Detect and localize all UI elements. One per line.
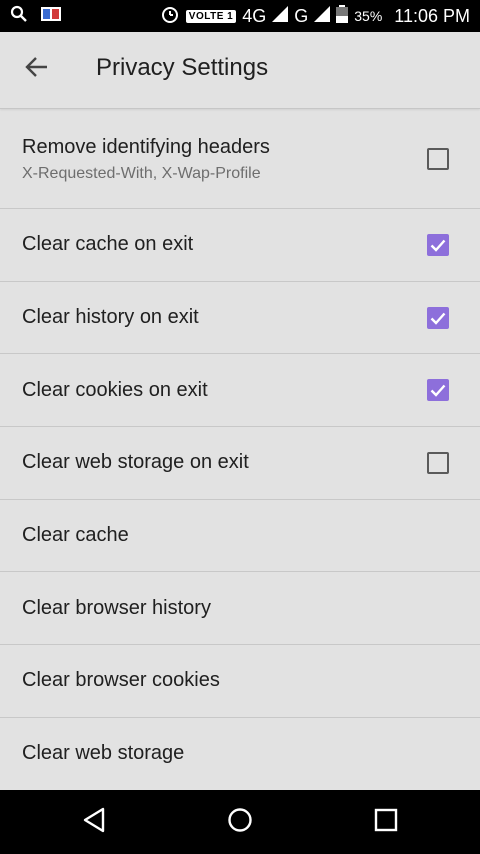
signal-icon [272,5,289,27]
checkmark-icon [430,312,446,325]
back-button[interactable] [14,46,60,92]
nav-back-button[interactable] [76,804,112,840]
app-bar: Privacy Settings [0,32,480,109]
checkbox[interactable] [427,306,449,329]
checkbox[interactable] [427,233,449,256]
nav-home-button[interactable] [222,804,258,840]
setting-label: Clear cookies on exit [22,378,208,401]
search-icon [10,5,28,28]
back-arrow-icon [24,54,50,85]
book-icon [40,5,62,28]
setting-remove-identifying-headers[interactable]: Remove identifying headers X-Requested-W… [0,110,480,209]
triangle-back-icon [82,807,106,838]
setting-summary: X-Requested-With, X-Wap-Profile [22,164,261,182]
setting-label: Clear browser history [22,596,211,619]
setting-label: Clear web storage on exit [22,451,249,474]
status-right: VOLTE 1 4G G 35% 11:06 PM [160,4,470,29]
checkbox[interactable] [427,379,449,402]
setting-label: Clear cache on exit [22,233,194,256]
signal-icon-2 [314,5,331,27]
setting-clear-web-storage[interactable]: Clear web storage [0,718,480,791]
setting-clear-cookies-on-exit[interactable]: Clear cookies on exit [0,354,480,428]
checkmark-icon [430,384,446,397]
page-title: Privacy Settings [96,54,269,81]
network-4g: 4G [242,5,267,26]
clock: 11:06 PM [394,5,470,26]
setting-label: Clear history on exit [22,306,199,329]
setting-clear-web-storage-on-exit[interactable]: Clear web storage on exit [0,427,480,500]
setting-label: Remove identifying headers [22,135,270,158]
status-left [10,5,62,28]
settings-list: Remove identifying headers X-Requested-W… [0,110,480,791]
checkbox[interactable] [427,148,449,170]
setting-clear-cache[interactable]: Clear cache [0,500,480,573]
checkbox[interactable] [427,451,449,474]
circle-home-icon [227,807,253,838]
setting-label: Clear browser cookies [22,669,220,692]
status-bar: VOLTE 1 4G G 35% 11:06 PM [0,0,480,32]
setting-clear-browser-history[interactable]: Clear browser history [0,572,480,646]
battery-icon [336,4,349,28]
setting-label: Clear cache [22,524,129,547]
setting-clear-browser-cookies[interactable]: Clear browser cookies [0,645,480,718]
setting-clear-history-on-exit[interactable]: Clear history on exit [0,282,480,355]
square-recents-icon [374,808,398,837]
alarm-icon [160,4,180,29]
navigation-bar [0,790,480,854]
nav-recents-button[interactable] [368,804,404,840]
setting-clear-cache-on-exit[interactable]: Clear cache on exit [0,209,480,282]
volte-badge: VOLTE 1 [185,9,237,23]
network-g: G [294,5,309,26]
setting-label: Clear web storage [22,742,185,765]
battery-percent: 35% [354,8,383,24]
checkmark-icon [430,239,446,252]
